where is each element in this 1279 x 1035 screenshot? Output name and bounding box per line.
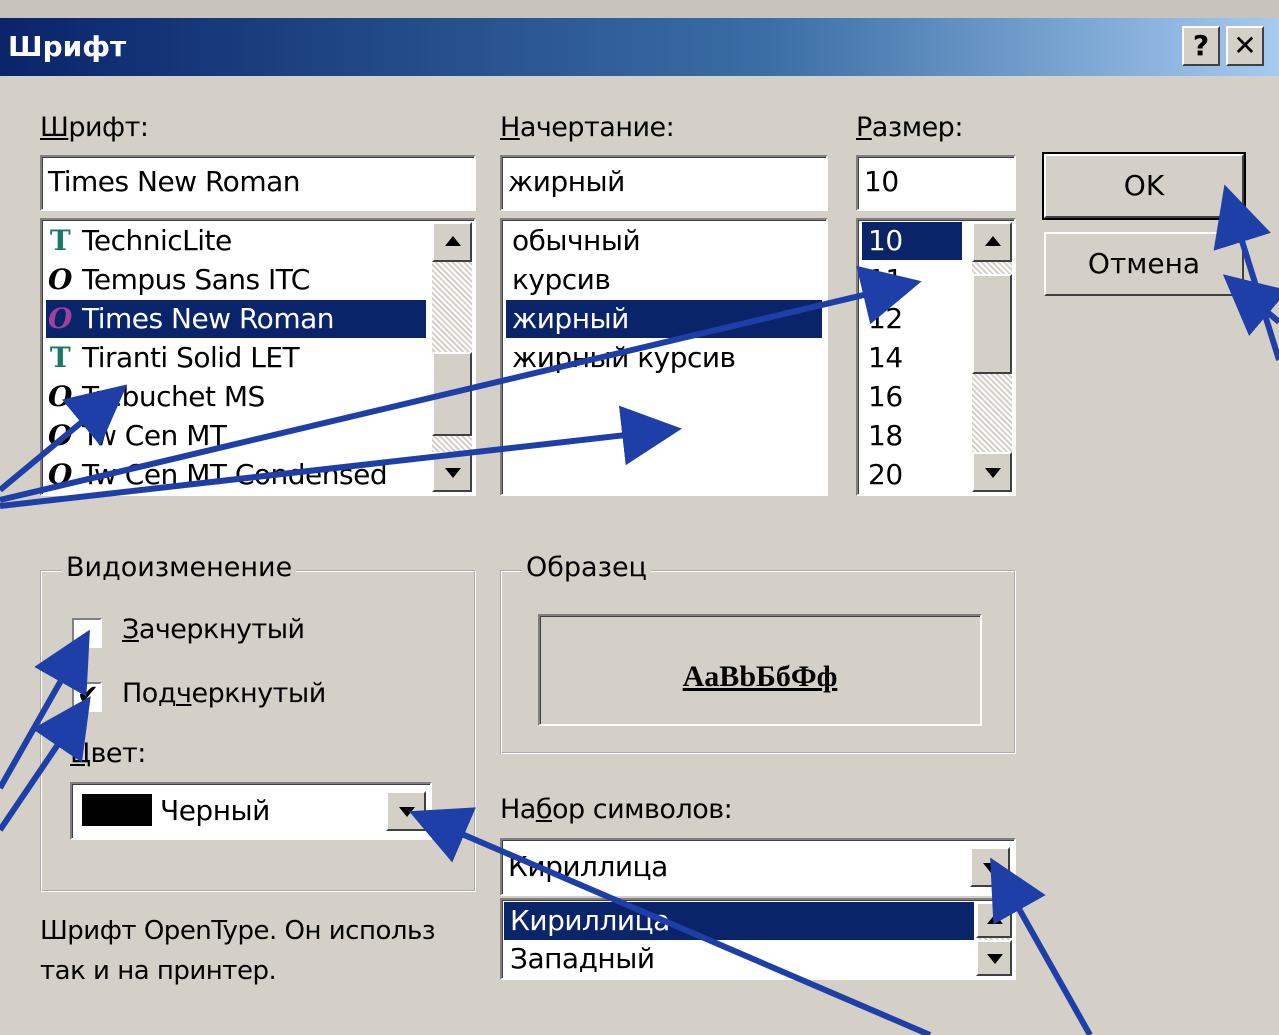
font-list-item[interactable]: O Trebuchet MS bbox=[46, 378, 426, 416]
charset-label: Набор символов: bbox=[500, 794, 733, 825]
arrow-up-icon bbox=[445, 236, 461, 246]
size-list-item[interactable]: 14 bbox=[862, 339, 962, 377]
font-list-item-label: Trebuchet MS bbox=[82, 380, 265, 413]
top-strip bbox=[0, 0, 1279, 18]
sample-preview: AaBbБбФф bbox=[538, 614, 982, 726]
style-list-item[interactable]: курсив bbox=[506, 261, 822, 299]
cancel-button[interactable]: Отмена bbox=[1044, 232, 1244, 296]
window-title: Шрифт bbox=[8, 30, 127, 63]
underline-checkbox[interactable]: ✔ bbox=[72, 680, 102, 712]
charset-scroll-down-button[interactable] bbox=[976, 940, 1012, 976]
strikeout-checkbox[interactable] bbox=[72, 618, 102, 648]
size-list-scrollbar[interactable] bbox=[972, 222, 1012, 492]
font-scroll-thumb[interactable] bbox=[432, 352, 472, 436]
font-list[interactable]: T TechnicLite O Tempus Sans ITC O Times New R… bbox=[40, 218, 476, 496]
size-value: 10 bbox=[864, 165, 899, 198]
font-list-item[interactable]: O Tw Cen MT Condensed bbox=[46, 456, 426, 494]
charset-list-scrollbar[interactable] bbox=[976, 902, 1012, 976]
charset-value: Кириллица bbox=[508, 850, 668, 883]
opentype-icon: O bbox=[48, 263, 72, 296]
color-dropdown-button[interactable] bbox=[386, 791, 426, 831]
size-list-item[interactable]: 12 bbox=[862, 300, 962, 338]
chevron-down-icon bbox=[983, 863, 999, 873]
chevron-down-icon bbox=[399, 807, 415, 817]
font-list-item[interactable]: T TechnicLite bbox=[46, 222, 426, 260]
description-line-2: так и на принтер. bbox=[40, 956, 277, 986]
font-list-scrollbar[interactable] bbox=[432, 222, 472, 492]
size-scroll-down-button[interactable] bbox=[972, 452, 1012, 492]
font-list-item-label: Tw Cen MT Condensed bbox=[82, 458, 388, 491]
charset-select[interactable]: Кириллица bbox=[500, 838, 1016, 896]
font-name-value: Times New Roman bbox=[48, 165, 301, 198]
sample-text: AaBbБбФф bbox=[682, 660, 838, 693]
opentype-icon: O bbox=[48, 458, 72, 491]
font-list-item-label: Tempus Sans ITC bbox=[82, 263, 310, 296]
size-list-item[interactable]: 20 bbox=[862, 456, 962, 494]
arrow-up-icon bbox=[987, 914, 1003, 924]
underline-label[interactable]: Подчеркнутый bbox=[122, 678, 326, 709]
style-list[interactable]: обычный курсив жирный жирный курсив bbox=[500, 218, 828, 496]
charset-option[interactable]: Западный bbox=[504, 940, 974, 978]
close-button[interactable]: ✕ bbox=[1226, 26, 1264, 66]
strikeout-label[interactable]: Зачеркнутый bbox=[122, 614, 305, 645]
font-list-item[interactable]: O Times New Roman bbox=[46, 300, 426, 338]
title-bar[interactable]: Шрифт ? ✕ bbox=[0, 18, 1279, 76]
font-list-item[interactable]: O Tempus Sans ITC bbox=[46, 261, 426, 299]
truetype-icon: T bbox=[49, 341, 71, 374]
arrow-down-icon bbox=[445, 468, 461, 478]
opentype-icon: O bbox=[48, 380, 72, 413]
help-button[interactable]: ? bbox=[1182, 26, 1220, 66]
sample-group-title: Образец bbox=[522, 552, 651, 583]
arrow-up-icon bbox=[985, 236, 1001, 246]
arrow-down-icon bbox=[985, 468, 1001, 478]
font-label: Шрифт: bbox=[40, 112, 149, 143]
ok-button[interactable]: OK bbox=[1042, 152, 1246, 220]
style-label: Начертание: bbox=[500, 112, 675, 143]
font-dialog: Шрифт ? ✕ Шрифт: Times New Roman T Techni… bbox=[0, 0, 1279, 1035]
opentype-icon: O bbox=[48, 419, 72, 452]
font-list-item-label: Times New Roman bbox=[82, 302, 335, 335]
size-label: Размер: bbox=[856, 112, 963, 143]
font-scroll-down-button[interactable] bbox=[432, 452, 472, 492]
charset-dropdown-button[interactable] bbox=[970, 847, 1010, 887]
style-list-item[interactable]: обычный bbox=[506, 222, 822, 260]
size-list[interactable]: 10 11 12 14 16 18 20 bbox=[856, 218, 1016, 496]
size-scroll-up-button[interactable] bbox=[972, 222, 1012, 262]
style-list-item[interactable]: жирный курсив bbox=[506, 339, 822, 377]
style-input[interactable]: жирный bbox=[500, 155, 828, 211]
style-list-item[interactable]: жирный bbox=[506, 300, 822, 338]
font-scroll-up-button[interactable] bbox=[432, 222, 472, 262]
font-list-item-label: Tiranti Solid LET bbox=[82, 341, 300, 374]
size-list-item[interactable]: 18 bbox=[862, 417, 962, 455]
effects-group-title: Видоизменение bbox=[62, 552, 297, 583]
color-select[interactable]: Черный bbox=[70, 782, 432, 840]
font-list-item-label: TechnicLite bbox=[82, 224, 232, 257]
size-input[interactable]: 10 bbox=[856, 155, 1016, 211]
size-list-item[interactable]: 10 bbox=[862, 222, 962, 260]
description-line-1: Шрифт OpenType. Он использ bbox=[40, 916, 436, 946]
font-list-item[interactable]: O Tw Cen MT bbox=[46, 417, 426, 455]
charset-scroll-up-button[interactable] bbox=[976, 902, 1012, 938]
size-list-item[interactable]: 16 bbox=[862, 378, 962, 416]
font-list-item[interactable]: T Tiranti Solid LET bbox=[46, 339, 426, 377]
arrow-down-icon bbox=[987, 954, 1003, 964]
charset-dropdown-list[interactable]: Кириллица Западный bbox=[500, 898, 1016, 980]
color-swatch bbox=[82, 794, 152, 826]
checkmark-icon: ✔ bbox=[77, 680, 99, 710]
color-label: Цвет: bbox=[70, 738, 146, 769]
font-list-item-label: Tw Cen MT bbox=[82, 419, 227, 452]
size-list-item[interactable]: 11 bbox=[862, 261, 962, 299]
color-value: Черный bbox=[160, 794, 270, 827]
opentype-icon: O bbox=[48, 302, 72, 335]
size-scroll-thumb[interactable] bbox=[972, 274, 1012, 374]
font-name-input[interactable]: Times New Roman bbox=[40, 155, 476, 211]
charset-option[interactable]: Кириллица bbox=[504, 902, 974, 940]
truetype-icon: T bbox=[49, 224, 71, 257]
style-value: жирный bbox=[508, 165, 625, 198]
